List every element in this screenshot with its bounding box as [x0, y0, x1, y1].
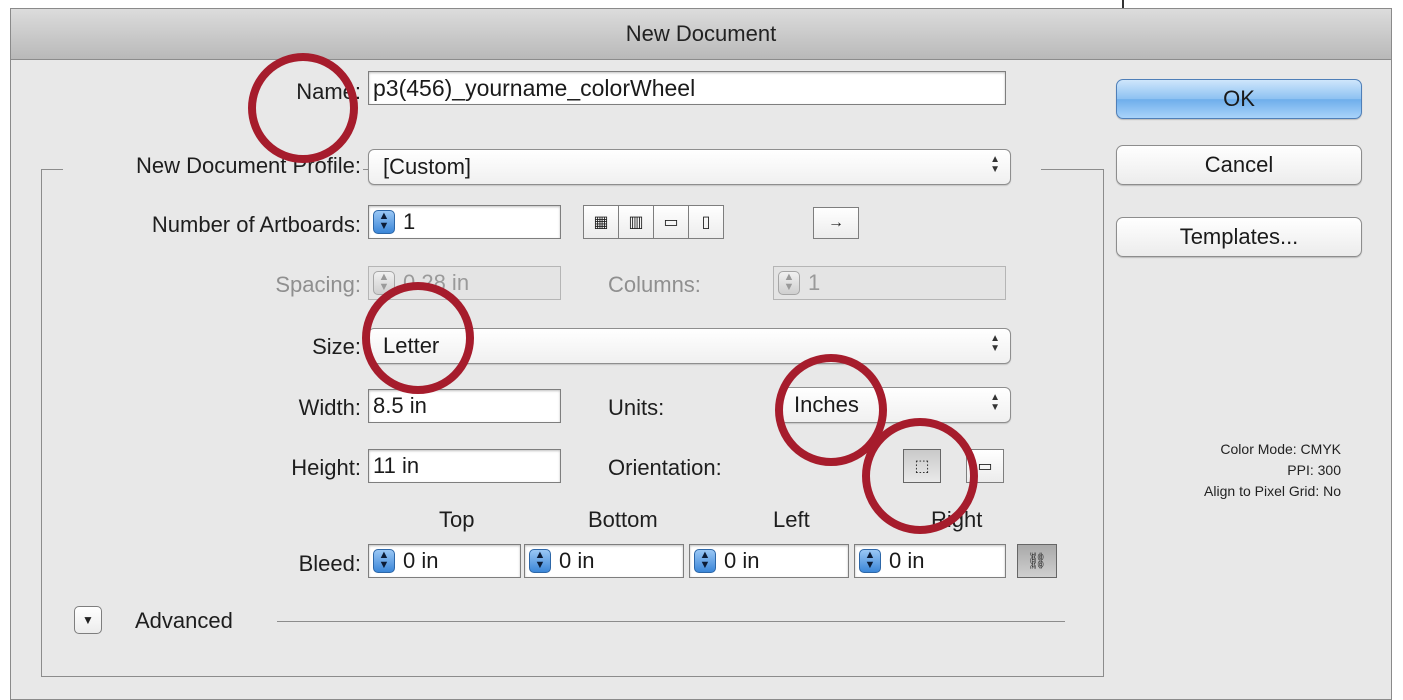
height-label: Height:	[291, 455, 361, 480]
bleed-left-stepper[interactable]: ▲ ▼	[694, 549, 716, 573]
columns-value: 1	[808, 270, 821, 295]
ppi-info: PPI: 300	[1287, 462, 1341, 478]
columns-input: ▲ ▼ 1	[773, 266, 1006, 300]
advanced-label: Advanced	[135, 608, 233, 633]
annotation-circle-size	[362, 282, 474, 394]
width-label: Width:	[298, 395, 361, 420]
bleed-left-label: Left	[773, 507, 810, 532]
artboards-input[interactable]: ▲ ▼ 1	[368, 205, 561, 239]
updown-arrows-icon: ▲ ▼	[990, 154, 1000, 175]
templates-button[interactable]: Templates...	[1116, 217, 1362, 257]
grid-by-column-icon[interactable]: ▥	[618, 205, 654, 239]
orientation-label: Orientation:	[608, 455, 722, 480]
cancel-button[interactable]: Cancel	[1116, 145, 1362, 185]
bleed-label: Bleed:	[298, 551, 361, 576]
arrange-by-row-icon[interactable]: ▭	[653, 205, 689, 239]
bleed-top-stepper[interactable]: ▲ ▼	[373, 549, 395, 573]
bleed-left-value: 0 in	[724, 548, 760, 573]
bleed-top-label: Top	[439, 507, 475, 532]
height-input[interactable]: 11 in	[368, 449, 561, 483]
color-mode-info: Color Mode: CMYK	[1220, 441, 1341, 457]
annotation-circle-orientation	[862, 418, 978, 534]
bleed-right-stepper[interactable]: ▲ ▼	[859, 549, 881, 573]
bleed-top-input[interactable]: ▲ ▼ 0 in	[368, 544, 521, 578]
bleed-bottom-stepper[interactable]: ▲ ▼	[529, 549, 551, 573]
advanced-disclosure-icon[interactable]: ▼	[74, 606, 102, 634]
artboards-value: 1	[403, 209, 416, 234]
columns-label: Columns:	[608, 272, 701, 297]
artboards-label: Number of Artboards:	[151, 212, 361, 237]
bleed-bottom-value: 0 in	[559, 548, 595, 573]
bleed-top-value: 0 in	[403, 548, 439, 573]
width-input[interactable]: 8.5 in	[368, 389, 561, 423]
updown-arrows-icon: ▲ ▼	[990, 392, 1000, 413]
columns-stepper: ▲ ▼	[778, 271, 800, 295]
bleed-bottom-input[interactable]: ▲ ▼ 0 in	[524, 544, 684, 578]
ok-button[interactable]: OK	[1116, 79, 1362, 119]
new-document-dialog: New Document Name: p3(456)_yourname_colo…	[10, 8, 1392, 700]
name-input[interactable]: p3(456)_yourname_colorWheel	[368, 71, 1006, 105]
bleed-bottom-label: Bottom	[588, 507, 658, 532]
grid-by-row-icon[interactable]: ▦	[583, 205, 619, 239]
units-label: Units:	[608, 395, 665, 420]
updown-arrows-icon: ▲ ▼	[990, 333, 1000, 354]
link-bleed-chain-icon[interactable]: ⛓	[1017, 544, 1057, 578]
bleed-right-input[interactable]: ▲ ▼ 0 in	[854, 544, 1006, 578]
dialog-title: New Document	[11, 9, 1391, 60]
spacing-label: Spacing:	[275, 272, 361, 297]
size-label: Size:	[312, 334, 361, 359]
arrange-by-column-icon[interactable]: ▯	[688, 205, 724, 239]
annotation-circle-name	[248, 53, 358, 163]
group-label-backing-right	[1011, 154, 1041, 186]
advanced-divider	[277, 621, 1065, 622]
profile-select-value: [Custom]	[383, 154, 472, 179]
bleed-right-value: 0 in	[889, 548, 925, 573]
bleed-left-input[interactable]: ▲ ▼ 0 in	[689, 544, 849, 578]
profile-select[interactable]: [Custom] ▲ ▼	[368, 149, 1011, 185]
align-pixel-grid-info: Align to Pixel Grid: No	[1204, 483, 1341, 499]
artboards-stepper[interactable]: ▲ ▼	[373, 210, 395, 234]
layout-direction-arrow-icon[interactable]: →	[813, 207, 859, 239]
